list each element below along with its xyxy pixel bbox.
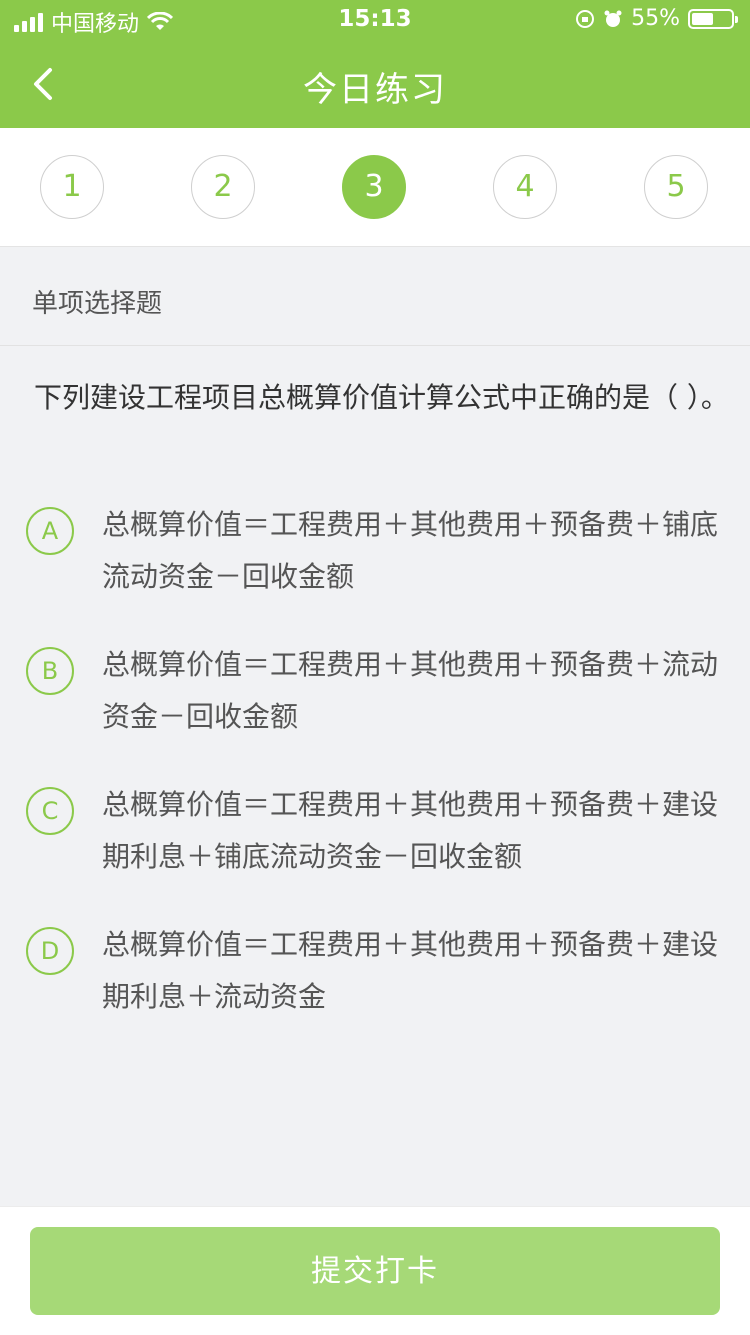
step-2[interactable]: 2 xyxy=(191,155,255,219)
page-title: 今日练习 xyxy=(303,70,447,110)
step-3[interactable]: 3 xyxy=(342,155,406,219)
step-1[interactable]: 1 xyxy=(40,155,104,219)
option-a-text: 总概算价值＝工程费用＋其他费用＋预备费＋铺底流动资金－回收金额 xyxy=(102,508,719,593)
question-step-bar: 1 2 3 4 5 xyxy=(0,128,750,247)
battery-fill xyxy=(692,12,713,25)
battery-icon xyxy=(688,8,738,29)
option-d-marker: D xyxy=(26,927,74,975)
option-c-marker: C xyxy=(26,787,74,835)
option-d-text: 总概算价值＝工程费用＋其他费用＋预备费＋建设期利息＋流动资金 xyxy=(102,928,719,1013)
option-b-text: 总概算价值＝工程费用＋其他费用＋预备费＋流动资金－回收金额 xyxy=(102,648,719,733)
question-type-bar: 单项选择题 xyxy=(0,247,750,346)
option-b-marker: B xyxy=(26,647,74,695)
option-a-marker: A xyxy=(26,507,74,555)
submit-checkin-button[interactable]: 提交打卡 xyxy=(30,1227,720,1315)
question-type-label: 单项选择题 xyxy=(32,289,163,319)
step-4[interactable]: 4 xyxy=(493,155,557,219)
rotation-lock-icon xyxy=(576,9,595,28)
status-bar: 中国移动 15:13 55% xyxy=(0,0,750,40)
step-5[interactable]: 5 xyxy=(644,155,708,219)
footer: 提交打卡 xyxy=(0,1206,750,1335)
alarm-icon xyxy=(604,10,622,27)
question-text: 下列建设工程项目总概算价值计算公式中正确的是（ ）。 xyxy=(34,381,729,414)
header: 中国移动 15:13 55% 今日练习 xyxy=(0,0,750,128)
battery-percent: 55% xyxy=(631,6,680,31)
nav-bar: 今日练习 xyxy=(0,40,750,128)
option-c-text: 总概算价值＝工程费用＋其他费用＋预备费＋建设期利息＋铺底流动资金－回收金额 xyxy=(102,788,719,873)
